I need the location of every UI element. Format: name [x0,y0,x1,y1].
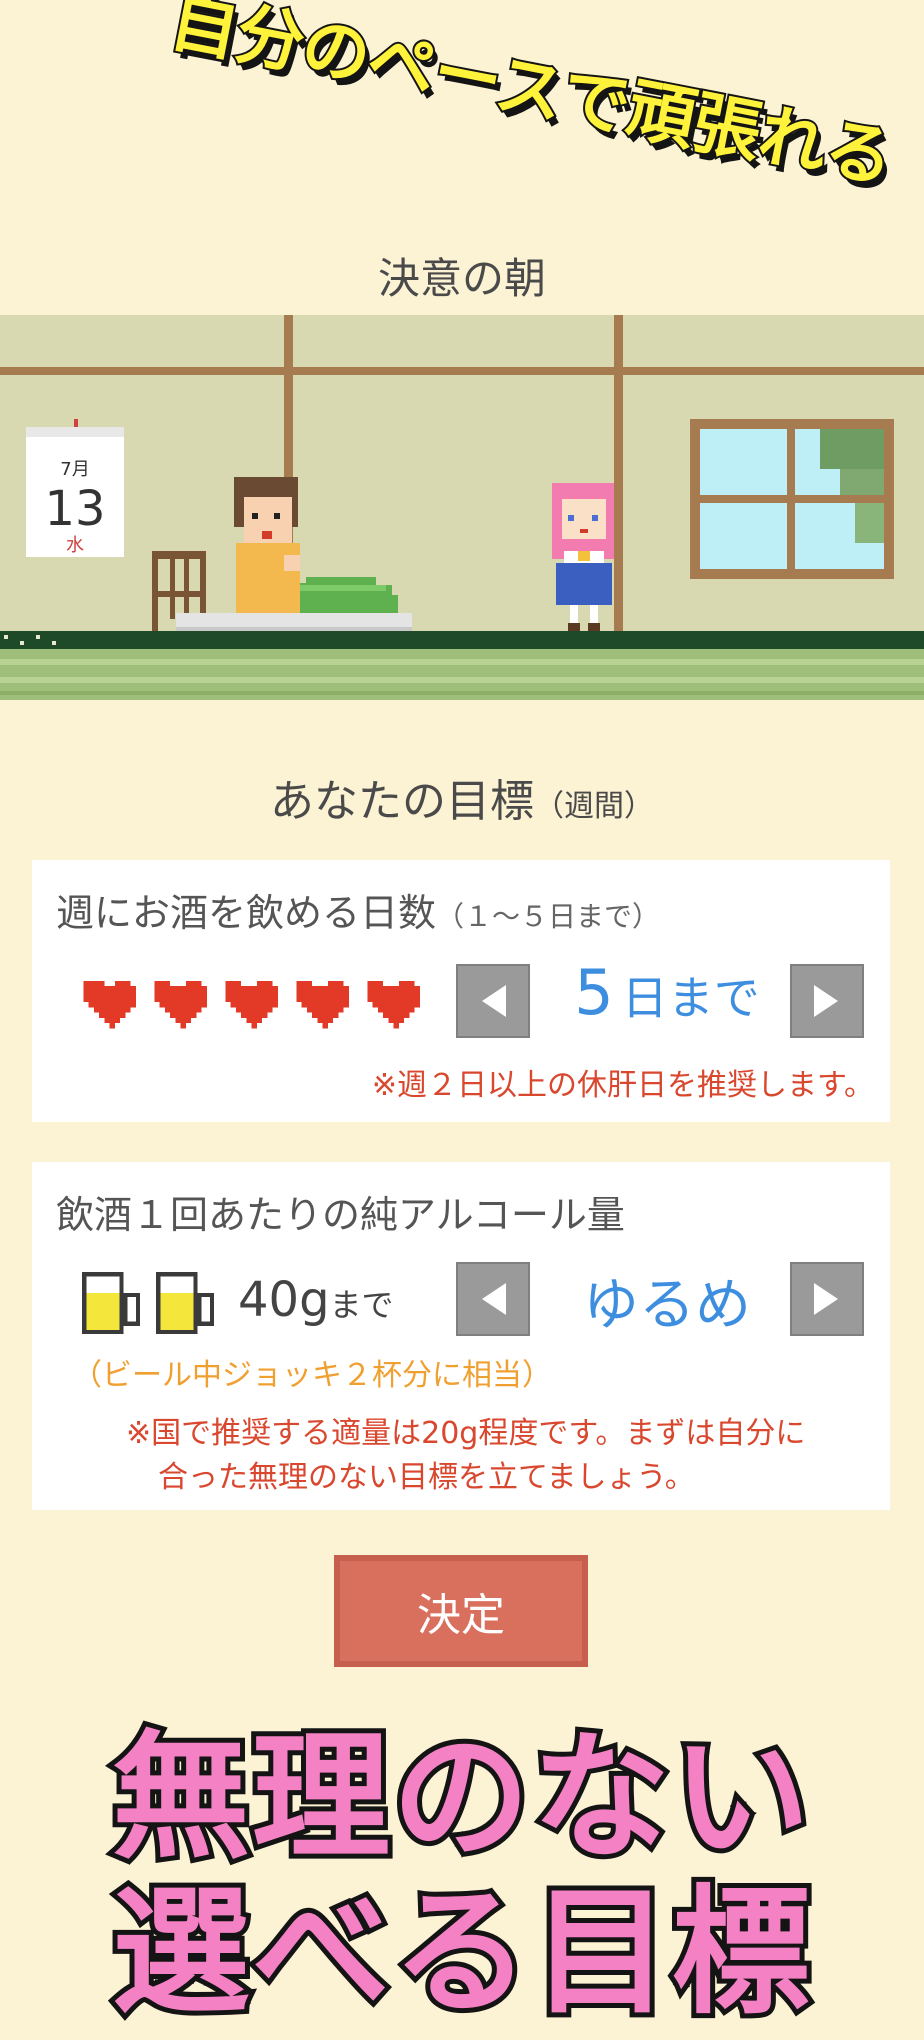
calendar: 7月 13 水 [26,419,124,557]
beer-mug-icon [156,1272,214,1334]
alcohol-amount-title: 飲酒１回あたりの純アルコール量 [56,1193,625,1237]
drinking-days-card: 週にお酒を飲める日数（１～５日まで） 5 日まで ※週２日以上の休肝日を推奨します… [32,860,890,1122]
goal-period: （週間） [534,789,654,824]
goal-heading: あなたの目標（週間） [0,765,924,829]
calendar-weekday: 水 [66,535,84,556]
pixel-scene: 7月 13 水 [0,315,924,700]
beer-mug-icon [82,1272,140,1334]
calendar-month: 7月 [60,459,89,480]
heart-icon [225,980,278,1029]
heart-icon [296,980,349,1029]
promo-top-banner: 自分のペースで頑張れる [132,0,924,365]
triangle-left-icon [482,1283,506,1315]
character-man [234,477,300,613]
alcohol-amount-value: 40g [238,1272,330,1328]
days-decrease-button[interactable] [456,964,530,1038]
alcohol-amount-card: 飲酒１回あたりの純アルコール量 40gまで ゆるめ （ビール中ジョッキ２杯分に相… [32,1162,890,1510]
scene-title: 決意の朝 [377,254,546,303]
alcohol-decrease-button[interactable] [456,1262,530,1336]
days-value-unit: 日まで [621,971,760,1025]
decide-button[interactable]: 決定 [334,1555,588,1667]
triangle-left-icon [482,985,506,1017]
heart-icon [83,980,136,1029]
days-value: 5 日まで [532,956,802,1029]
decide-button-label: 決定 [417,1590,505,1641]
heart-icon [367,980,420,1029]
mugs-row [78,1268,218,1334]
calendar-day: 13 [44,481,105,537]
alcohol-amount: 40gまで [238,1272,394,1328]
promo-bottom-line2: 選べる目標 [107,1867,815,2038]
alcohol-level-label: ゆるめ [583,1273,751,1338]
days-increase-button[interactable] [790,964,864,1038]
alcohol-note-line1: ※国で推奨する適量は20g程度です。まずは自分に [126,1416,806,1451]
triangle-right-icon [814,985,838,1017]
room-illustration: 7月 13 水 [0,315,924,700]
alcohol-note-line2: 合った無理のない目標を立てましょう。 [158,1460,695,1495]
alcohol-increase-button[interactable] [790,1262,864,1336]
heart-icon [154,980,207,1029]
days-note: ※週２日以上の休肝日を推奨します。 [371,1068,874,1103]
window [690,419,894,579]
drinking-days-range: （１～５日まで） [436,900,661,933]
promo-top-text: 自分のペースで頑張れる [161,0,900,201]
drinking-days-title: 週にお酒を飲める日数（１～５日まで） [56,891,661,935]
triangle-right-icon [814,1283,838,1315]
alcohol-equivalent: （ビール中ジョッキ２杯分に相当） [72,1358,552,1393]
days-value-number: 5 [574,956,614,1029]
alcohol-amount-suffix: まで [329,1286,394,1324]
goal-heading-text: あなたの目標 [270,776,534,827]
hearts-row [78,975,420,1029]
